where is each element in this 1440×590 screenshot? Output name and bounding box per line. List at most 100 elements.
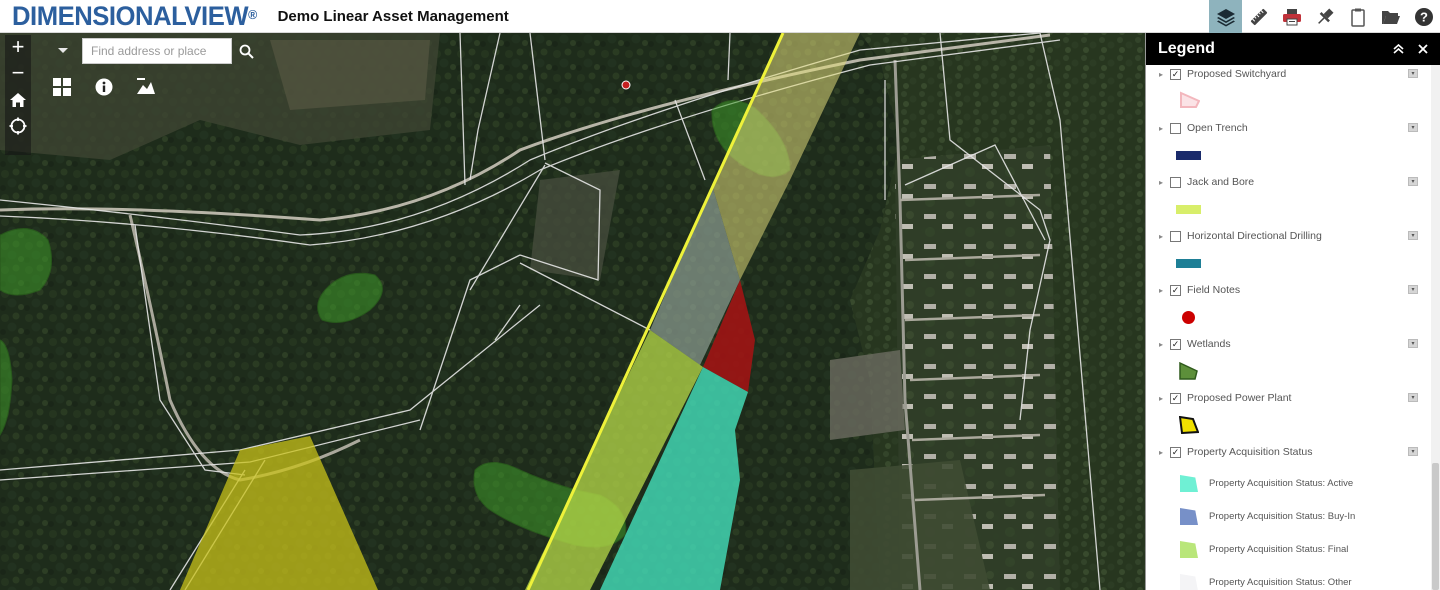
layer-label: Horizontal Directional Drilling: [1187, 230, 1322, 242]
line-swatch-icon: [1176, 151, 1201, 160]
zoom-out-button[interactable]: −: [5, 61, 31, 87]
layer-checkbox[interactable]: [1170, 122, 1181, 134]
layer-label: Proposed Switchyard: [1187, 68, 1287, 80]
layer-checkbox[interactable]: [1170, 176, 1181, 188]
print-icon: [1282, 8, 1301, 25]
legend-swatch: [1146, 139, 1432, 171]
search-button[interactable]: [232, 38, 260, 64]
layer-label: Open Trench: [1187, 122, 1248, 134]
main-toolbar: ?: [1209, 0, 1440, 33]
polygon-swatch-icon: [1180, 541, 1198, 558]
layer-checkbox[interactable]: ✓: [1170, 284, 1181, 296]
polygon-swatch-icon: [1180, 475, 1198, 492]
layer-label: Jack and Bore: [1187, 176, 1255, 188]
polygon-swatch-icon: [1179, 362, 1198, 380]
layer-label: Field Notes: [1187, 284, 1241, 296]
svg-text:?: ?: [1420, 9, 1428, 24]
subitem-label: Property Acquisition Status: Final: [1209, 544, 1349, 555]
layer-checkbox[interactable]: ✓: [1170, 392, 1181, 404]
chevron-down-icon: [58, 48, 68, 53]
legend-list: ▸ ✓ Proposed Switchyard ▾ ▸ Open Trench …: [1146, 65, 1432, 590]
layer-options-button[interactable]: ▾: [1408, 285, 1418, 294]
layer-options-button[interactable]: ▾: [1408, 447, 1418, 456]
legend-header: Legend: [1146, 33, 1440, 65]
print-button[interactable]: [1275, 0, 1308, 33]
satellite-basemap[interactable]: [0, 33, 1145, 590]
legend-scroll-thumb[interactable]: [1432, 463, 1439, 590]
map-view[interactable]: + −: [0, 33, 1145, 590]
expand-caret-icon[interactable]: ▸: [1156, 70, 1166, 79]
expand-caret-icon[interactable]: ▸: [1156, 340, 1166, 349]
identify-button[interactable]: [1308, 0, 1341, 33]
expand-caret-icon[interactable]: ▸: [1156, 232, 1166, 241]
layers-button[interactable]: [1209, 0, 1242, 33]
legend-swatch: [1146, 85, 1432, 117]
legend-subitem: Property Acquisition Status: Other: [1146, 566, 1432, 590]
legend-swatch: [1146, 355, 1432, 387]
legend-layer: ▸ Open Trench ▾: [1146, 117, 1432, 139]
layer-options-button[interactable]: ▾: [1408, 393, 1418, 402]
double-chevron-up-icon: [1393, 43, 1404, 54]
polygon-swatch-icon: [1179, 416, 1199, 434]
polygon-swatch-icon: [1180, 508, 1198, 525]
pin-icon: [1317, 8, 1333, 24]
search-source-dropdown[interactable]: [52, 38, 74, 64]
measure-button[interactable]: [1242, 0, 1275, 33]
brand-logo[interactable]: DIMENSIONALVIEW®: [12, 0, 257, 33]
layer-checkbox[interactable]: [1170, 230, 1181, 242]
legend-title: Legend: [1158, 40, 1215, 57]
legend-layer: ▸ ✓ Proposed Power Plant ▾: [1146, 387, 1432, 409]
close-icon: [1418, 44, 1428, 54]
search-input[interactable]: [82, 38, 232, 64]
legend-swatch: [1146, 247, 1432, 279]
search-icon: [239, 44, 254, 59]
subitem-label: Property Acquisition Status: Active: [1209, 478, 1354, 489]
layer-options-button[interactable]: ▾: [1408, 339, 1418, 348]
app-window: DIMENSIONALVIEW® Demo Linear Asset Manag…: [0, 0, 1440, 590]
layer-label: Wetlands: [1187, 338, 1231, 350]
info-icon: [95, 78, 113, 96]
polygon-swatch-icon: [1180, 91, 1200, 108]
locate-button[interactable]: [5, 113, 31, 139]
info-button[interactable]: [94, 77, 114, 97]
layer-options-button[interactable]: ▾: [1408, 123, 1418, 132]
legend-layer: ▸ ✓ Field Notes ▾: [1146, 279, 1432, 301]
legend-scrollbar[interactable]: [1431, 65, 1440, 590]
subitem-label: Property Acquisition Status: Buy-In: [1209, 511, 1356, 522]
scale-icon: [137, 78, 155, 94]
zoom-in-button[interactable]: +: [5, 35, 31, 61]
layer-label: Property Acquisition Status: [1187, 446, 1313, 458]
home-button[interactable]: [5, 87, 31, 113]
basemap-gallery-button[interactable]: [52, 77, 72, 97]
close-legend-button[interactable]: [1418, 41, 1428, 57]
legend-swatch: [1146, 193, 1432, 225]
layer-checkbox[interactable]: ✓: [1170, 338, 1181, 350]
subitem-label: Property Acquisition Status: Other: [1209, 577, 1352, 588]
help-button[interactable]: ?: [1407, 0, 1440, 33]
expand-caret-icon[interactable]: ▸: [1156, 124, 1166, 133]
legend-layer: ▸ ✓ Wetlands ▾: [1146, 333, 1432, 355]
legend-subitem: Property Acquisition Status: Final: [1146, 533, 1432, 566]
expand-caret-icon[interactable]: ▸: [1156, 394, 1166, 403]
legend-layer: ▸ ✓ Proposed Switchyard ▾: [1146, 65, 1432, 85]
expand-caret-icon[interactable]: ▸: [1156, 286, 1166, 295]
app-header: DIMENSIONALVIEW® Demo Linear Asset Manag…: [0, 0, 1440, 33]
locate-icon: [9, 117, 27, 135]
open-folder-button[interactable]: [1374, 0, 1407, 33]
layer-options-button[interactable]: ▾: [1408, 177, 1418, 186]
layer-options-button[interactable]: ▾: [1408, 231, 1418, 240]
line-swatch-icon: [1176, 259, 1201, 268]
layer-options-button[interactable]: ▾: [1408, 69, 1418, 78]
legend-subitem: Property Acquisition Status: Active: [1146, 467, 1432, 500]
expand-caret-icon[interactable]: ▸: [1156, 448, 1166, 457]
layer-checkbox[interactable]: ✓: [1170, 68, 1181, 80]
clipboard-button[interactable]: [1341, 0, 1374, 33]
legend-panel: Legend ▸ ✓ Proposed Switchyard ▾ ▸ Open …: [1145, 33, 1440, 590]
scale-button[interactable]: [135, 75, 157, 97]
legend-swatch: [1146, 409, 1432, 441]
collapse-legend-button[interactable]: [1393, 41, 1404, 57]
clipboard-icon: [1350, 8, 1365, 27]
layer-checkbox[interactable]: ✓: [1170, 446, 1181, 458]
expand-caret-icon[interactable]: ▸: [1156, 178, 1166, 187]
app-title: Demo Linear Asset Management: [277, 7, 509, 25]
